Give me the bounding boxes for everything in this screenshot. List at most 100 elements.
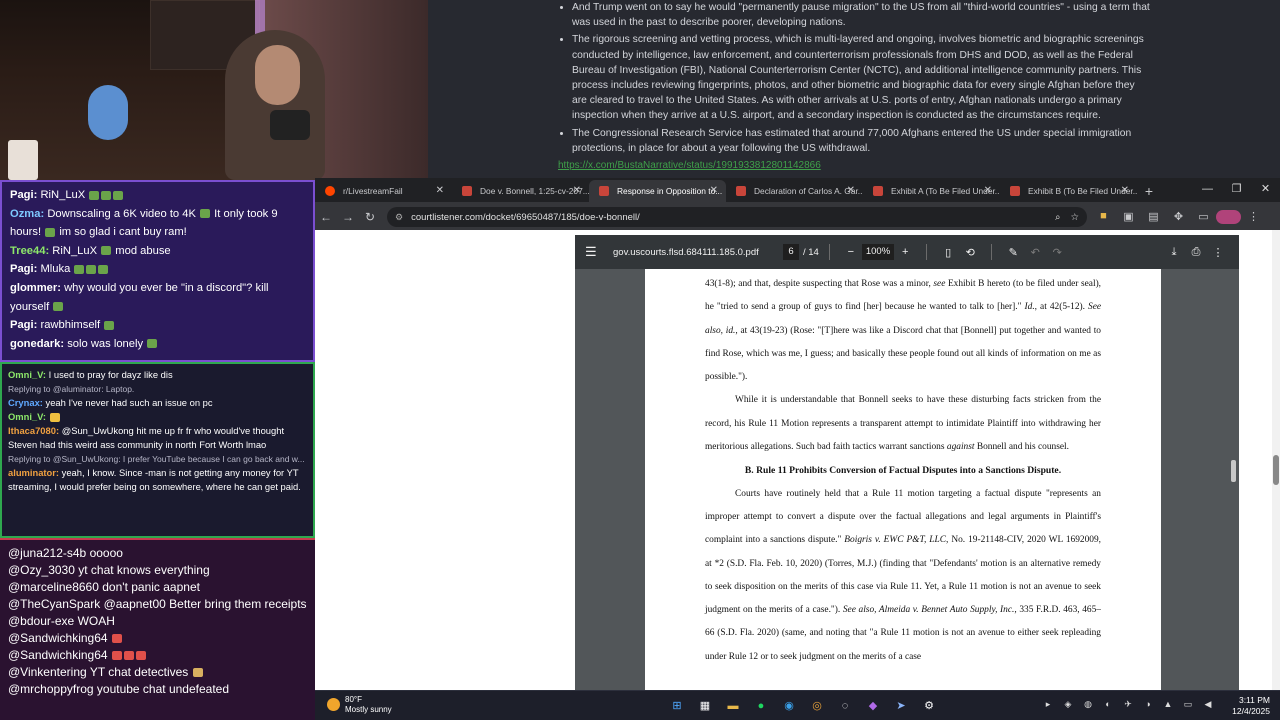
app-icon[interactable]: ◆ — [859, 696, 887, 716]
chat-username: aluminator: — [8, 467, 60, 478]
new-tab-button[interactable]: + — [1137, 180, 1161, 202]
pdf-paragraph: While it is understandable that Bonnell … — [705, 395, 1101, 453]
chat-message: Pagi: rawbhimself — [10, 316, 305, 335]
task-view-icon[interactable]: ▦ — [691, 696, 719, 716]
close-icon[interactable]: ✕ — [436, 180, 444, 202]
minimize-icon[interactable]: — — [1193, 178, 1222, 202]
zoom-out-icon[interactable]: − — [840, 246, 862, 258]
more-options-icon[interactable]: ⋮ — [1207, 246, 1229, 259]
courtlistener-icon — [873, 186, 883, 196]
screen: And Trump went on to say he would "perma… — [0, 0, 1280, 720]
chat-text: YT chat detectives — [89, 665, 189, 679]
chat-text: RiN_LuX — [52, 244, 98, 257]
site-info-icon[interactable]: ⚙ — [395, 212, 403, 223]
redo-icon[interactable]: ↷ — [1046, 246, 1068, 259]
tray-icon[interactable]: ▸ — [1038, 699, 1058, 710]
reload-icon[interactable]: ↻ — [359, 210, 381, 224]
bookmark-star-icon[interactable]: ☆ — [1070, 212, 1079, 223]
chrome-icon[interactable]: ◎ — [803, 696, 831, 716]
courtlistener-icon — [462, 186, 472, 196]
hamburger-menu-icon[interactable]: ☰ — [585, 244, 613, 260]
browser-window: r/LivestreamFail ✕ Doe v. Bonnell, 1:25-c… — [315, 178, 1280, 690]
emote-icon — [86, 264, 97, 274]
fit-page-icon[interactable]: ▯ — [937, 246, 959, 259]
pdf-scrollbar[interactable] — [1230, 275, 1237, 685]
tray-icon[interactable]: ◑ — [1138, 699, 1158, 710]
page-scrollbar-thumb[interactable] — [1273, 455, 1279, 485]
chat-text: youtube chat undefeated — [96, 682, 230, 696]
rotate-icon[interactable]: ⟲ — [959, 246, 981, 259]
emote-icon — [101, 190, 112, 200]
chat-message: @Sandwichking64 — [8, 630, 307, 647]
extension-icon[interactable]: ▣ — [1116, 210, 1141, 224]
tray-icon[interactable]: ▲ — [1158, 699, 1178, 710]
tray-icon[interactable]: ◍ — [1078, 699, 1098, 710]
volume-icon[interactable]: ◀ — [1198, 699, 1218, 710]
windows-start-icon[interactable]: ⊞ — [663, 696, 691, 716]
chat-text: yt chat knows everything — [78, 563, 210, 577]
edge-icon[interactable]: ◉ — [775, 696, 803, 716]
chat-message: @TheCyanSpark @aapnet00 Better bring the… — [8, 596, 307, 613]
forward-icon[interactable]: → — [337, 210, 359, 224]
spotify-icon[interactable]: ● — [747, 696, 775, 716]
extension-icon[interactable]: ▤ — [1141, 210, 1166, 224]
annotate-icon[interactable]: ✎ — [1002, 246, 1024, 259]
tab-declaration[interactable]: Declaration of Carlos A. Gar... ✕ — [726, 180, 863, 202]
puzzle-icon[interactable]: ✥ — [1166, 210, 1191, 224]
chat-message: Ozma: Downscaling a 6K video to 4K It on… — [10, 205, 305, 242]
emote-icon — [104, 320, 115, 330]
zoom-icon[interactable]: ⌕ — [1055, 212, 1060, 223]
undo-icon[interactable]: ↶ — [1024, 246, 1046, 259]
webcam-feed — [0, 0, 428, 180]
chat-text: Downscaling a 6K video to 4K — [47, 207, 196, 220]
profile-avatar[interactable] — [1216, 210, 1241, 224]
download-icon[interactable]: ⤓ — [1163, 246, 1185, 259]
close-icon[interactable]: ✕ — [573, 180, 581, 202]
close-window-icon[interactable]: ✕ — [1251, 178, 1280, 202]
sidepanel-icon[interactable]: ▭ — [1191, 210, 1216, 224]
chat-message: aluminator: yeah, I know. Since -man is … — [8, 466, 307, 494]
page-scrollbar[interactable] — [1272, 230, 1280, 690]
toolbar-divider — [991, 244, 993, 260]
chat-reply-context: Replying to @aluminator: Laptop. — [8, 384, 135, 394]
address-bar[interactable]: ⚙ courtlistener.com/docket/69650487/185/… — [387, 207, 1087, 227]
close-icon[interactable]: ✕ — [847, 180, 855, 202]
close-icon[interactable]: ✕ — [710, 180, 718, 202]
file-explorer-icon[interactable]: ▬ — [719, 696, 747, 716]
obs-icon[interactable]: ◌ — [831, 696, 859, 716]
pdf-scrollbar-thumb[interactable] — [1231, 460, 1236, 482]
tab-livestreamfail[interactable]: r/LivestreamFail ✕ — [315, 180, 452, 202]
weather-widget[interactable]: 80°F Mostly sunny — [327, 695, 447, 717]
chat-username: Pagi: — [10, 189, 38, 201]
folder-icon[interactable]: ■ — [1091, 210, 1116, 224]
tab-exhibit-b[interactable]: Exhibit B (To Be Filed Under... ✕ — [1000, 180, 1137, 202]
chat-username: @Ozy_3030 — [8, 563, 75, 577]
steam-icon[interactable]: ➤ — [887, 696, 915, 716]
tab-response-in-opposition[interactable]: Response in Opposition to... ✕ — [589, 180, 726, 202]
print-icon[interactable]: ⎙ — [1185, 246, 1207, 259]
close-icon[interactable]: ✕ — [1121, 180, 1129, 202]
zoom-in-icon[interactable]: + — [894, 246, 916, 258]
chat-message: Pagi: Mluka — [10, 260, 305, 279]
zoom-level-input[interactable]: 100% — [861, 244, 895, 260]
page-viewport: ☰ gov.uscourts.flsd.684111.185.0.pdf 6 /… — [315, 230, 1272, 690]
restore-icon[interactable]: ❐ — [1222, 178, 1251, 202]
close-icon[interactable]: ✕ — [984, 180, 992, 202]
tray-icon[interactable]: ✈ — [1118, 699, 1138, 710]
toolbar-divider — [828, 244, 830, 260]
chat-username: gonedark: — [10, 337, 65, 350]
page-number-input[interactable]: 6 — [783, 244, 799, 260]
chat-username: @bdour-exe — [8, 614, 75, 628]
tray-icon[interactable]: ◐ — [1098, 699, 1118, 710]
tray-icon[interactable]: ◈ — [1058, 699, 1078, 710]
tab-doe-v-bonnell[interactable]: Doe v. Bonnell, 1:25-cv-207... ✕ — [452, 180, 589, 202]
network-icon[interactable]: ▭ — [1178, 699, 1198, 710]
tab-exhibit-a[interactable]: Exhibit A (To Be Filed Under... ✕ — [863, 180, 1000, 202]
article-source-link[interactable]: https://x.com/BustaNarrative/status/1991… — [558, 158, 1150, 173]
settings-gear-icon[interactable]: ⚙ — [915, 696, 943, 716]
system-clock[interactable]: 3:11 PM 12/4/2025 — [1232, 695, 1270, 717]
chat-username: Pagi: — [10, 319, 38, 332]
emote-icon — [101, 246, 112, 256]
back-icon[interactable]: ← — [315, 210, 337, 224]
menu-kebab-icon[interactable]: ⋮ — [1241, 210, 1266, 224]
